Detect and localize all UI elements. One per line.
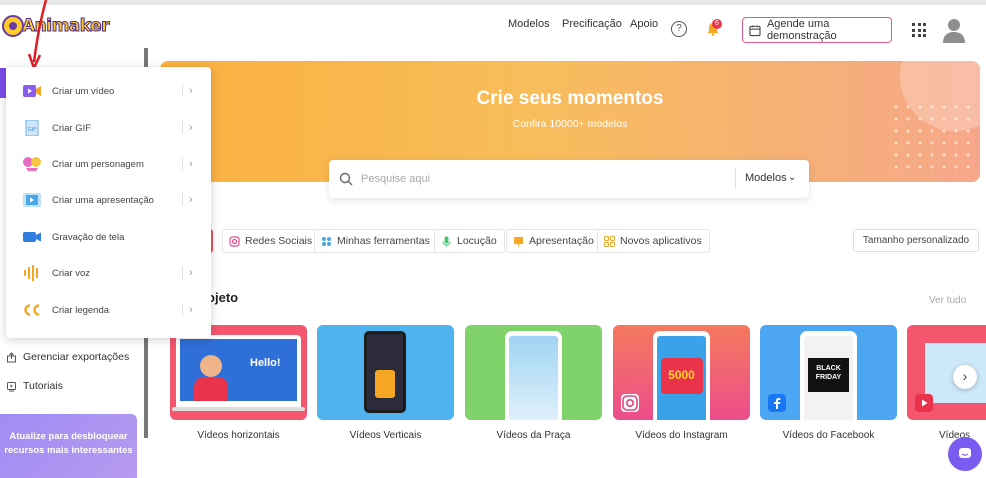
- apps-grid-icon[interactable]: [912, 23, 926, 37]
- sidebar-manage-exports-label: Gerenciar exportações: [23, 351, 130, 363]
- menu-item-create-presentation[interactable]: Criar uma apresentação ›: [6, 185, 211, 215]
- instagram-icon: [621, 394, 639, 412]
- card-hello-text: Hello!: [250, 357, 281, 369]
- chevron-right-icon: ›: [189, 267, 193, 279]
- card-horizontal-videos-label: Vídeos horizontais: [197, 430, 280, 441]
- menu-item-create-subtitle[interactable]: Criar legenda ›: [6, 295, 211, 325]
- top-bar: Animaker Modelos Precificação Apoio ? 6 …: [0, 0, 986, 48]
- nav-models[interactable]: Modelos: [508, 18, 550, 30]
- menu-item-create-character[interactable]: Criar um personagem ›: [6, 149, 211, 179]
- chevron-right-icon: ›: [189, 304, 193, 316]
- chevron-right-icon: ›: [189, 194, 193, 206]
- card-black-friday-text: BLACK FRIDAY: [815, 365, 842, 381]
- card-instagram-videos-label: Vídeos do Instagram: [635, 430, 728, 441]
- menu-item-create-voice[interactable]: Criar voz ›: [6, 258, 211, 288]
- export-icon: [7, 351, 16, 362]
- search-input[interactable]: [361, 168, 731, 190]
- template-search-bar: Modelos ⌄: [329, 160, 809, 198]
- help-icon[interactable]: ?: [671, 21, 687, 37]
- search-category-dropdown[interactable]: Modelos: [745, 172, 787, 184]
- card-instagram-videos[interactable]: 5000: [613, 325, 750, 420]
- category-my-tools[interactable]: Minhas ferramentas: [314, 229, 438, 253]
- hero-subtitle: Confira 10000+ modelos: [512, 118, 628, 130]
- logo-icon: [2, 15, 24, 37]
- sidebar-tutorials[interactable]: Tutoriais: [6, 380, 63, 392]
- category-new-apps[interactable]: Novos aplicativos: [597, 229, 710, 253]
- category-social[interactable]: Redes Sociais: [222, 229, 321, 253]
- tutorial-icon: [7, 381, 16, 391]
- voice-icon: [24, 265, 38, 281]
- presentation-icon: [514, 236, 523, 246]
- card-square-videos-label: Vídeos da Praça: [496, 430, 571, 441]
- hero-dots-decoration: [890, 101, 970, 171]
- chat-support-button[interactable]: [948, 437, 982, 471]
- create-dropdown-menu: Criar um vídeo › GIF Criar GIF › Criar u…: [6, 67, 211, 338]
- see-all-link[interactable]: Ver tudo: [929, 295, 966, 306]
- card-facebook-videos[interactable]: BLACK FRIDAY: [760, 325, 897, 420]
- search-icon: [339, 172, 353, 186]
- upgrade-banner[interactable]: Atualize para desbloquear recursos mais …: [0, 414, 137, 478]
- facebook-icon: [768, 394, 786, 412]
- mic-icon: [442, 236, 451, 246]
- character-icon: [23, 157, 41, 171]
- category-presentation[interactable]: Apresentação: [506, 229, 602, 253]
- chevron-right-icon: ›: [189, 158, 193, 170]
- chevron-right-icon: ›: [189, 85, 193, 97]
- hero-title: Crie seus momentos: [476, 88, 664, 109]
- chevron-right-icon: ›: [189, 122, 193, 134]
- sidebar-manage-exports[interactable]: Gerenciar exportações: [6, 351, 129, 363]
- card-square-videos[interactable]: [465, 325, 602, 420]
- carousel-next-button[interactable]: ›: [953, 365, 977, 389]
- presentation-icon: [23, 193, 41, 207]
- apps-icon: [604, 235, 615, 247]
- calendar-icon: [749, 24, 761, 36]
- youtube-icon: [915, 394, 933, 412]
- gif-icon: GIF: [25, 120, 39, 136]
- schedule-demo-button[interactable]: Agende uma demonstração: [742, 17, 892, 43]
- chat-icon: [959, 448, 971, 458]
- card-5000-text: 5000: [668, 368, 695, 382]
- menu-item-screen-recording[interactable]: Gravação de tela: [6, 222, 211, 252]
- card-horizontal-videos[interactable]: Hello!: [170, 325, 307, 420]
- schedule-demo-label: Agende uma demonstração: [766, 18, 837, 42]
- red-arrow-annotation: [28, 0, 48, 72]
- card-vertical-videos-label: Vídeos Verticais: [349, 430, 422, 441]
- card-facebook-videos-label: Vídeos do Facebook: [782, 430, 875, 441]
- video-icon: [23, 85, 41, 97]
- social-icon: [229, 235, 240, 247]
- custom-size-button[interactable]: Tamanho personalizado: [853, 229, 979, 252]
- user-avatar-icon[interactable]: [940, 16, 968, 44]
- search-divider: [735, 169, 736, 189]
- sidebar-tutorials-label: Tutoriais: [23, 380, 63, 392]
- chevron-down-icon[interactable]: ⌄: [788, 172, 796, 183]
- svg-text:GIF: GIF: [28, 127, 36, 133]
- menu-item-create-gif[interactable]: GIF Criar GIF ›: [6, 113, 211, 143]
- screen-record-icon: [23, 232, 41, 242]
- menu-item-create-video[interactable]: Criar um vídeo ›: [6, 76, 211, 106]
- notification-badge: 6: [712, 19, 722, 29]
- card-vertical-videos[interactable]: [317, 325, 454, 420]
- nav-pricing[interactable]: Precificação: [562, 18, 622, 30]
- nav-support[interactable]: Apoio: [630, 18, 658, 30]
- subtitle-icon: [24, 304, 40, 316]
- category-voiceover[interactable]: Locução: [434, 229, 505, 253]
- tools-icon: [322, 236, 331, 246]
